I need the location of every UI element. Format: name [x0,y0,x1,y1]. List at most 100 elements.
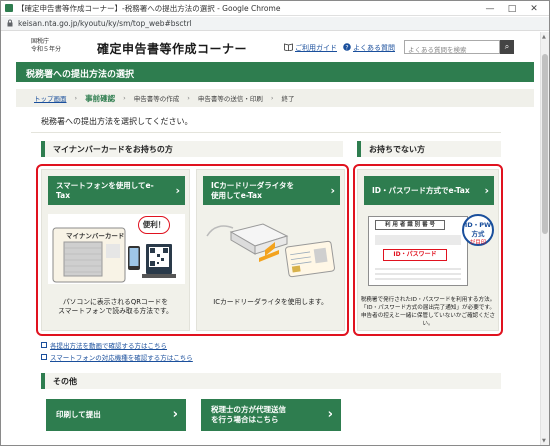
document-row [375,235,461,245]
chevron-right-icon: › [484,183,489,197]
stamp-text: ID・PW 方式 [464,221,492,238]
breadcrumb-separator: › [270,94,274,102]
scrollbar-thumb[interactable] [542,54,548,234]
icreader-label-line: 使用してe-Tax [211,190,262,200]
scroll-up-icon[interactable]: ▲ [542,34,546,40]
intro-text: 税務署への提出方法を選択してください。 [41,117,193,126]
icreader-label-line: ICカードリーダライタを [211,180,294,190]
icreader-desc: ICカードリーダライタを使用します。 [213,298,328,306]
idpw-desc-line: 申告者の控えと一緒に保管していないかご確認ください。 [360,313,496,327]
faq-link[interactable]: ? よくある質問 [343,43,395,53]
card-reader-illustration-icon [206,223,335,278]
link-devices-label[interactable]: スマートフォンの対応機種を確認する方はこちら [50,352,193,362]
smartphone-desc-line: スマートフォンで読み取る方法です。 [58,307,173,315]
section-other-title: その他 [53,376,77,386]
icreader-etax-label: ICカードリーダライタを 使用してe-Tax [211,181,294,201]
external-link-icon [41,342,47,348]
chevron-right-icon: › [172,407,178,422]
section-accent-bar [357,141,361,157]
breadcrumb-step: 終了 [281,95,295,103]
year-label: 令和５年分 [31,46,62,53]
section-accent-bar [41,141,45,157]
section-mynumber-title: マイナンバーカードをお持ちの方 [53,144,173,154]
section-accent-bar [41,373,45,389]
question-icon: ? [343,43,351,53]
breadcrumb-current: 事前確認 [85,93,116,103]
page-banner: 税務署への提出方法の選択 [16,62,534,82]
guide-link[interactable]: ご利用ガイド [284,43,337,53]
site-info-icon[interactable] [6,19,14,29]
url-text[interactable]: keisan.nta.go.jp/kyoutu/ky/sm/top_web#bs… [18,19,192,28]
minimize-button[interactable]: — [479,4,501,14]
idpw-desc-line: 「ID・パスワード方式の届出完了通知」が必要です。 [360,305,496,311]
address-bar[interactable]: keisan.nta.go.jp/kyoutu/ky/sm/top_web#bs… [1,17,549,31]
idpw-illustration: 利 用 者 識 別 番 号 ID・パスワード ID・PW 方式 が目印 [364,214,494,288]
scroll-down-icon[interactable]: ▼ [542,438,546,444]
site-title[interactable]: 確定申告書等作成コーナー [97,40,247,57]
link-video[interactable]: 各提出方法を動画で確認する方はこちら [41,340,167,350]
chevron-right-icon: › [175,183,180,197]
idpw-desc-line: 税務署で発行されたID・パスワードを利用する方法。 [360,297,496,303]
smartphone-desc: パソコンに表示されるQRコードを スマートフォンで読み取る方法です。 [42,298,189,316]
svg-text:?: ? [345,44,348,51]
window-title: 【確定申告書等作成コーナー】-税務署への提出方法の選択 - Google Chr… [17,3,281,13]
smartphone-etax-label: スマートフォンを使用してe-Tax [56,180,154,200]
print-submit-label: 印刷して提出 [56,410,101,419]
mynumber-card-label: マイナンバーカード [66,232,125,240]
id-notice-document: 利 用 者 識 別 番 号 ID・パスワード [368,216,468,286]
agency-label: 国税庁 [31,38,50,45]
document-subtitle: ID・パスワード [383,249,447,261]
card-icreader[interactable]: ICカードリーダライタを 使用してe-Tax › ICカードリーダライタを使用し… [196,169,345,331]
breadcrumb-separator: › [74,94,78,102]
title-bar: 【確定申告書等作成コーナー】-税務署への提出方法の選択 - Google Chr… [1,1,549,16]
idpw-desc: 税務署で発行されたID・パスワードを利用する方法。 「ID・パスワード方式の届出… [358,296,498,328]
section-mynumber-header: マイナンバーカードをお持ちの方 [41,141,343,157]
stamp-text-2: が目印 [469,240,487,246]
print-submit-button[interactable]: 印刷して提出 › [46,399,186,431]
vertical-scrollbar[interactable]: ▲ ▼ [540,32,549,445]
card-idpw[interactable]: ID・パスワード方式でe-Tax › 利 用 者 識 別 番 号 ID・パスワー… [357,169,499,331]
chevron-right-icon: › [330,183,335,197]
section-other-header: その他 [41,373,501,389]
breadcrumb-separator: › [187,94,190,102]
tax-accountant-label-line: 税理士の方が代理送信 [211,405,286,414]
maximize-button[interactable]: □ [501,4,523,14]
document-title: 利 用 者 識 別 番 号 [375,220,445,230]
tax-accountant-label-line: を行う場合はこちら [211,415,279,424]
document-lines [375,265,461,283]
breadcrumb-step: 申告書等の送信・印刷 [197,95,263,103]
chevron-right-icon: › [327,407,333,422]
idpw-etax-button[interactable]: ID・パスワード方式でe-Tax › [364,176,494,205]
breadcrumb-separator: › [123,94,126,102]
breadcrumb-home[interactable]: トップ画面 [34,93,67,103]
tax-accountant-button[interactable]: 税理士の方が代理送信 を行う場合はこちら › [201,399,341,431]
external-link-icon [41,354,47,360]
breadcrumb-step: 申告書等の作成 [133,95,180,103]
favicon-icon [5,4,13,12]
icreader-etax-button[interactable]: ICカードリーダライタを 使用してe-Tax › [203,176,340,205]
card-smartphone[interactable]: スマートフォンを使用してe-Tax › マイナンバーカード 便利！ パソコンに表… [41,169,190,331]
smartphone-etax-button[interactable]: スマートフォンを使用してe-Tax › [48,176,185,205]
breadcrumb: トップ画面 › 事前確認 › 申告書等の作成 › 申告書等の送信・印刷 › 終了 [16,89,534,107]
search-button[interactable]: ⌕ [500,40,514,54]
browser-window: 【確定申告書等作成コーナー】-税務署への提出方法の選択 - Google Chr… [0,0,550,446]
section-nocard-header: お持ちでない方 [357,141,501,157]
idpw-stamp: ID・PW 方式 が目印 [462,214,494,246]
section-nocard-title: お持ちでない方 [369,144,425,154]
faq-link-label[interactable]: よくある質問 [353,43,395,53]
book-icon [284,43,293,53]
tax-accountant-label: 税理士の方が代理送信 を行う場合はこちら [211,405,286,425]
smartphone-desc-line: パソコンに表示されるQRコードを [62,298,169,306]
link-video-label[interactable]: 各提出方法を動画で確認する方はこちら [50,340,167,350]
faq-search-input[interactable]: よくある質問を検索 [404,40,500,54]
idpw-etax-label: ID・パスワード方式でe-Tax [372,185,470,195]
divider [31,132,501,133]
close-button[interactable]: ✕ [523,4,545,14]
smartphone-illustration: マイナンバーカード 便利！ [48,214,185,284]
link-devices[interactable]: スマートフォンの対応機種を確認する方はこちら [41,352,193,362]
icreader-illustration [203,214,340,284]
era-label: 国税庁 令和５年分 [31,38,61,54]
guide-link-label[interactable]: ご利用ガイド [295,43,337,53]
window-controls: — □ ✕ [479,1,545,16]
convenient-badge: 便利！ [138,216,170,234]
